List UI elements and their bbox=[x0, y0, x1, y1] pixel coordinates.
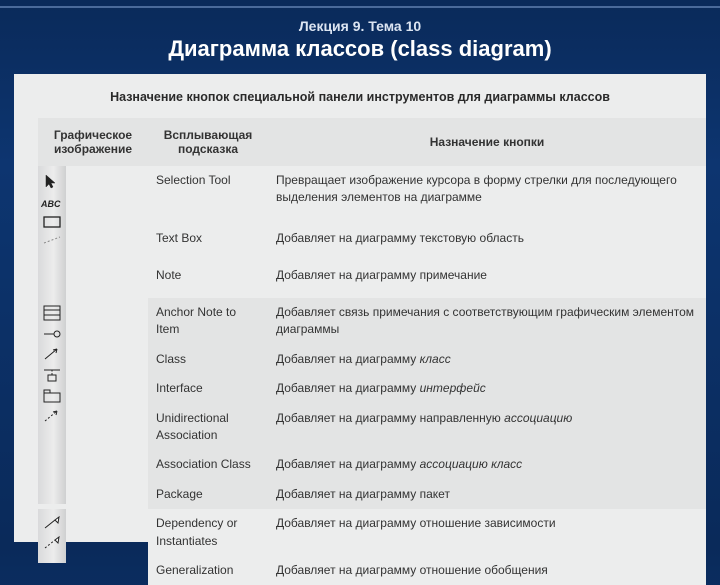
package-icon bbox=[43, 389, 61, 403]
tooltip-cell: Unidirectional Association bbox=[148, 404, 268, 451]
purpose-cell: Добавляет на диаграмму отношение зависим… bbox=[268, 509, 706, 556]
content-panel: Назначение кнопок специальной панели инс… bbox=[14, 74, 706, 542]
table-caption: Назначение кнопок специальной панели инс… bbox=[14, 74, 706, 118]
tooltip-cell: Anchor Note to Item bbox=[148, 298, 268, 345]
tooltip-cell: Selection Tool bbox=[148, 166, 268, 224]
tooltip-cell: Interface bbox=[148, 374, 268, 403]
cursor-icon bbox=[43, 173, 61, 191]
svg-text:ABC: ABC bbox=[41, 199, 61, 209]
purpose-cell: Добавляет на диаграмму класс bbox=[268, 345, 706, 374]
lecture-label: Лекция 9. Тема 10 bbox=[0, 18, 720, 34]
col-purpose: Назначение кнопки bbox=[268, 118, 706, 166]
slide-header: Лекция 9. Тема 10 Диаграмма классов (cla… bbox=[0, 6, 720, 74]
toolbar-icons-group-3 bbox=[38, 509, 66, 563]
purpose-cell: Превращает изображение курсора в форму с… bbox=[268, 166, 706, 224]
slide-title: Диаграмма классов (class diagram) bbox=[0, 36, 720, 62]
table-row: Dependency or Instantiates Добавляет на … bbox=[14, 509, 706, 556]
purpose-cell: Добавляет на диаграмму отношение обобщен… bbox=[268, 556, 706, 585]
purpose-cell: Добавляет на диаграмму интерфейс bbox=[268, 374, 706, 403]
association-icon bbox=[43, 347, 61, 361]
note-line-icon bbox=[43, 235, 61, 245]
tooltip-cell: Association Class bbox=[148, 450, 268, 479]
dependency-icon bbox=[43, 409, 61, 423]
class-icon bbox=[43, 305, 61, 321]
textbox-icon bbox=[43, 215, 61, 229]
tooltip-cell: Text Box bbox=[148, 224, 268, 261]
purpose-cell: Добавляет связь примечания с соответству… bbox=[268, 298, 706, 345]
interface-icon bbox=[43, 327, 61, 341]
col-tooltip: Всплывающая подсказка bbox=[148, 118, 268, 166]
tooltip-cell: Note bbox=[148, 261, 268, 298]
tooltip-cell: Dependency or Instantiates bbox=[148, 509, 268, 556]
purpose-cell: Добавляет на диаграмму пакет bbox=[268, 480, 706, 509]
abc-icon: ABC bbox=[41, 197, 63, 209]
tooltip-cell: Generalization bbox=[148, 556, 268, 585]
table-row: ABC Selection Tool Превращает изображени… bbox=[14, 166, 706, 224]
toolbar-icons-group-1: ABC bbox=[38, 166, 66, 298]
purpose-cell: Добавляет на диаграмму текстовую область bbox=[268, 224, 706, 261]
purpose-cell: Добавляет на диаграмму направленную ассо… bbox=[268, 404, 706, 451]
table-row: Anchor Note to Item Добавляет связь прим… bbox=[14, 298, 706, 345]
tooltip-cell: Package bbox=[148, 480, 268, 509]
purpose-cell: Добавляет на диаграмму примечание bbox=[268, 261, 706, 298]
assoc-class-icon bbox=[43, 367, 61, 383]
toolbar-icons-group-2 bbox=[38, 298, 66, 504]
generalization-icon bbox=[43, 516, 61, 530]
col-graphic: Графическое изображение bbox=[38, 118, 148, 166]
purpose-cell: Добавляет на диаграмму ассоциацию класс bbox=[268, 450, 706, 479]
tooltip-cell: Class bbox=[148, 345, 268, 374]
tools-table: Графическое изображение Всплывающая подс… bbox=[14, 118, 706, 585]
realize-icon bbox=[43, 536, 61, 550]
